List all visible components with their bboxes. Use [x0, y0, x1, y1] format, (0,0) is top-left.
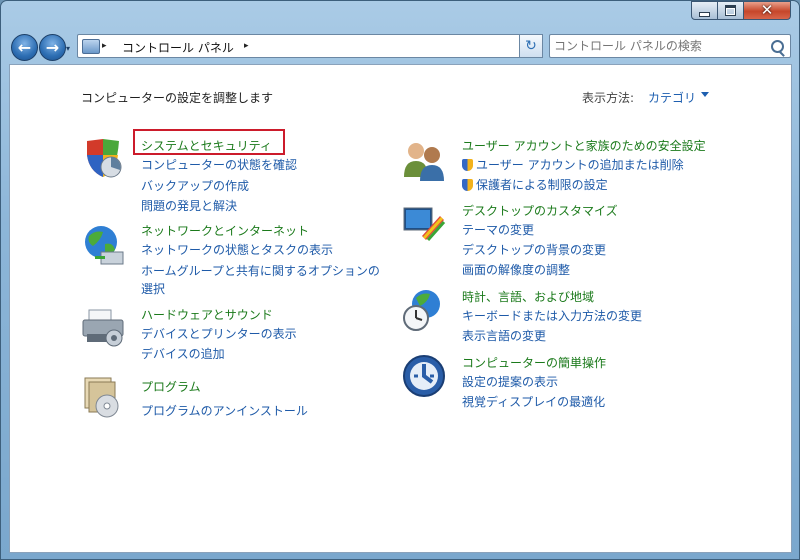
minimize-button[interactable] [691, 1, 718, 20]
category-title-ease-of-access[interactable]: コンピューターの簡単操作 [462, 354, 606, 371]
maximize-button[interactable] [717, 1, 744, 20]
category-hardware-sound: ハードウェアとサウンド デバイスとプリンターの表示 デバイスの追加 [81, 306, 381, 366]
link-add-device[interactable]: デバイスの追加 [141, 345, 225, 362]
recent-pages-dropdown[interactable]: ▾ [66, 44, 70, 53]
link-homegroup-options-cont[interactable]: 選択 [141, 280, 165, 297]
link-change-display-language[interactable]: 表示言語の変更 [462, 327, 546, 344]
network-internet-icon [85, 226, 124, 265]
back-button[interactable]: ← [11, 34, 38, 61]
link-create-backup[interactable]: バックアップの作成 [141, 177, 249, 194]
highlight-box [133, 129, 285, 155]
category-ease-of-access: コンピューターの簡単操作 設定の提案の表示 視覚ディスプレイの最適化 [402, 354, 722, 414]
category-appearance: デスクトップのカスタマイズ テーマの変更 デスクトップの背景の変更 画面の解像度… [402, 202, 722, 282]
link-adjust-resolution[interactable]: 画面の解像度の調整 [462, 261, 570, 278]
link-parental-controls-label: 保護者による制限の設定 [476, 178, 608, 192]
minimize-icon [699, 12, 710, 17]
chevron-down-icon[interactable] [701, 92, 709, 97]
category-title-programs[interactable]: プログラム [141, 378, 201, 395]
forward-arrow-icon: → [45, 38, 60, 57]
category-title-clock-language-region[interactable]: 時計、言語、および地域 [462, 288, 594, 305]
clock-region-icon [403, 290, 440, 331]
category-network-internet: ネットワークとインターネット ネットワークの状態とタスクの表示 ホームグループと… [81, 222, 401, 302]
link-check-computer-status[interactable]: コンピューターの状態を確認 [141, 156, 297, 173]
link-homegroup-options[interactable]: ホームグループと共有に関するオプションの [141, 262, 380, 279]
control-panel-icon [82, 39, 100, 54]
link-change-keyboard[interactable]: キーボードまたは入力方法の変更 [462, 307, 642, 324]
link-change-background[interactable]: デスクトップの背景の変更 [462, 241, 606, 258]
search-icon[interactable] [771, 40, 784, 53]
user-accounts-icon [404, 143, 444, 181]
title-bar[interactable]: ✕ [1, 1, 799, 31]
back-arrow-icon: ← [17, 38, 32, 57]
link-add-remove-accounts-label: ユーザー アカウントの追加または削除 [476, 158, 684, 172]
uac-shield-icon [462, 159, 473, 171]
maximize-icon [725, 5, 736, 16]
breadcrumb-separator-icon[interactable]: ▸ [244, 41, 249, 51]
link-uninstall-program[interactable]: プログラムのアンインストール [141, 402, 308, 419]
appearance-icon [403, 207, 446, 241]
refresh-button[interactable]: ↻ [519, 34, 543, 58]
category-title-appearance[interactable]: デスクトップのカスタマイズ [462, 202, 618, 219]
link-change-theme[interactable]: テーマの変更 [462, 221, 534, 238]
link-get-recommendations[interactable]: 設定の提案の表示 [462, 373, 558, 390]
address-bar[interactable]: ▸ コントロール パネル ▸ ▾ [77, 34, 576, 58]
content-pane: コンピューターの設定を調整します 表示方法: カテゴリ システムとセキュリティ … [9, 64, 792, 553]
view-by-label: 表示方法: [582, 91, 635, 105]
link-devices-printers[interactable]: デバイスとプリンターの表示 [141, 325, 297, 342]
ease-of-access-icon [403, 355, 445, 397]
category-title-network-internet[interactable]: ネットワークとインターネット [141, 222, 309, 239]
breadcrumb-separator-icon[interactable]: ▸ [102, 41, 107, 51]
link-optimize-display[interactable]: 視覚ディスプレイの最適化 [462, 393, 605, 410]
forward-button[interactable]: → [39, 34, 66, 61]
link-add-remove-accounts[interactable]: ユーザー アカウントの追加または削除 [462, 156, 684, 173]
category-title-hardware-sound[interactable]: ハードウェアとサウンド [141, 306, 273, 323]
close-icon: ✕ [760, 1, 774, 19]
control-panel-window: ✕ ← → ▾ ▸ コントロール パネル ▸ ▾ ↻ コンピューターの設定を調整… [0, 0, 800, 560]
category-programs: プログラム プログラムのアンインストール [81, 376, 381, 426]
uac-shield-icon [462, 179, 473, 191]
page-title: コンピューターの設定を調整します [81, 91, 274, 105]
programs-icon [84, 377, 119, 418]
refresh-icon: ↻ [525, 38, 537, 54]
view-by-dropdown[interactable]: カテゴリ [648, 89, 696, 106]
link-parental-controls[interactable]: 保護者による制限の設定 [462, 176, 608, 193]
link-troubleshoot[interactable]: 問題の発見と解決 [141, 197, 237, 214]
hardware-sound-icon [82, 309, 124, 347]
close-button[interactable]: ✕ [743, 1, 791, 20]
search-input[interactable] [554, 37, 764, 55]
category-user-accounts: ユーザー アカウントと家族のための安全設定 ユーザー アカウントの追加または削除… [402, 137, 742, 197]
category-clock-language-region: 時計、言語、および地域 キーボードまたは入力方法の変更 表示言語の変更 [402, 288, 722, 348]
search-box[interactable] [549, 34, 791, 58]
system-security-icon [87, 139, 122, 178]
category-title-user-accounts[interactable]: ユーザー アカウントと家族のための安全設定 [462, 137, 706, 154]
link-network-status[interactable]: ネットワークの状態とタスクの表示 [141, 241, 333, 258]
navigation-bar: ← → ▾ ▸ コントロール パネル ▸ ▾ ↻ [1, 32, 799, 64]
breadcrumb-control-panel[interactable]: コントロール パネル [122, 39, 234, 56]
